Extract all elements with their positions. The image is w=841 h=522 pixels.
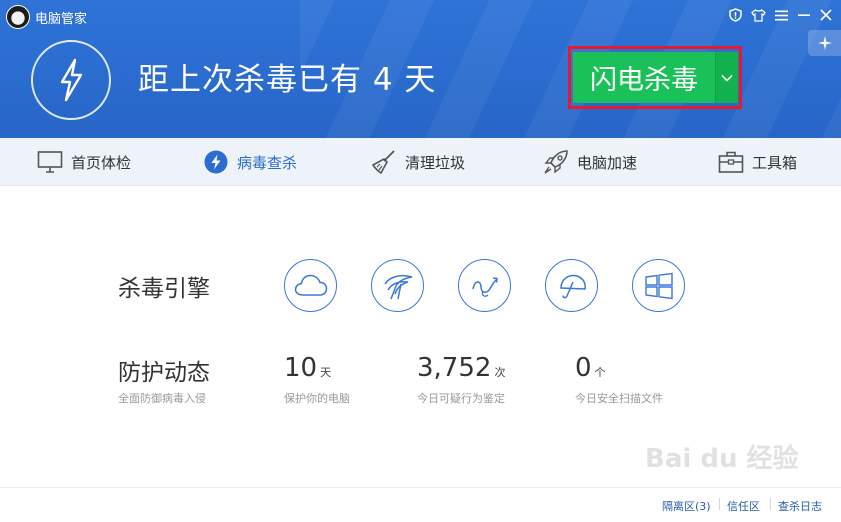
umbrella-icon[interactable] — [545, 259, 598, 312]
app-title: 电脑管家 — [35, 12, 88, 27]
windows-icon[interactable] — [632, 259, 685, 312]
toolbox-icon — [718, 149, 744, 175]
header-banner: 电脑管家 距上次杀毒已有 4 天 闪电杀毒 — [0, 0, 841, 138]
stat-suspicious-behaviors: 3,752 次 — [417, 353, 506, 383]
minimize-icon[interactable] — [795, 6, 813, 24]
menu-icon[interactable] — [772, 6, 790, 24]
eagle-icon[interactable] — [371, 259, 424, 312]
bolt-icon — [203, 149, 229, 175]
protection-subtitle: 全面防御病毒入侵 — [118, 392, 206, 405]
sparkle-icon[interactable] — [808, 30, 841, 56]
footer-divider — [770, 498, 771, 510]
app-logo-icon — [6, 5, 30, 29]
rocket-icon — [543, 149, 569, 175]
scan-button-highlight: 闪电杀毒 — [568, 46, 742, 109]
trust-zone-link[interactable]: 信任区 — [727, 498, 760, 514]
shield-icon[interactable] — [726, 6, 744, 24]
stat-protected-days-desc: 保护你的电脑 — [284, 392, 350, 405]
behavior-detection-icon[interactable] — [458, 259, 511, 312]
stat-suspicious-behaviors-desc: 今日可疑行为鉴定 — [417, 392, 505, 405]
stat-scanned-files: 0个 — [575, 353, 606, 383]
lightning-bolt-icon — [31, 40, 111, 120]
lightning-scan-button[interactable]: 闪电杀毒 — [573, 52, 715, 103]
main-nav: 首页体检 病毒查杀 清理垃圾 电脑加速 工具箱 — [0, 138, 841, 186]
nav-item-home-check[interactable]: 首页体检 — [37, 138, 131, 186]
broom-icon — [371, 149, 397, 175]
protection-title: 防护动态 — [118, 360, 210, 386]
monitor-icon — [37, 149, 63, 175]
nav-item-speed-up[interactable]: 电脑加速 — [543, 138, 637, 186]
footer-bar: 隔离区(3) 信任区 查杀日志 — [0, 487, 841, 522]
skin-icon[interactable] — [749, 6, 767, 24]
engines-title: 杀毒引擎 — [118, 276, 210, 302]
scan-log-link[interactable]: 查杀日志 — [778, 498, 822, 514]
nav-item-toolbox[interactable]: 工具箱 — [718, 138, 797, 186]
close-icon[interactable] — [817, 6, 835, 24]
quarantine-link[interactable]: 隔离区(3) — [662, 498, 711, 514]
nav-item-virus-scan[interactable]: 病毒查杀 — [203, 138, 297, 186]
chevron-down-icon[interactable] — [715, 52, 738, 103]
stat-protected-days: 10 天 — [284, 353, 332, 383]
days-since-scan-headline: 距上次杀毒已有 4 天 — [138, 62, 437, 98]
nav-item-clean-junk[interactable]: 清理垃圾 — [371, 138, 465, 186]
baidu-watermark: Bai du 经验 — [645, 444, 799, 474]
cloud-icon[interactable] — [284, 259, 337, 312]
stat-scanned-files-desc: 今日安全扫描文件 — [575, 392, 663, 405]
footer-divider — [719, 498, 720, 510]
